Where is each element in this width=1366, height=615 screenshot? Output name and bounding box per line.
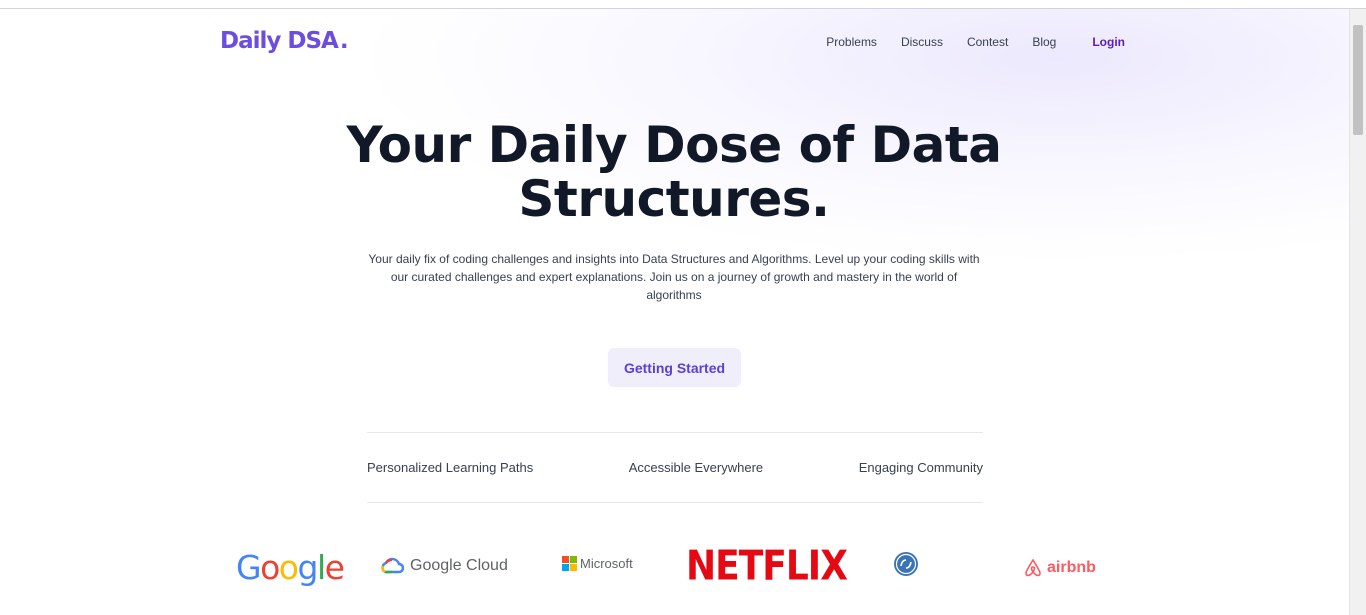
feature-strip: Personalized Learning Paths Accessible E… xyxy=(367,432,983,503)
airbnb-logo: airbnb xyxy=(1022,557,1096,579)
feature-personalized-learning: Personalized Learning Paths xyxy=(367,460,534,475)
nav-link-discuss[interactable]: Discuss xyxy=(901,35,943,49)
ge-logo xyxy=(893,551,919,577)
nav-links: Problems Discuss Contest Blog Login xyxy=(802,35,1125,49)
ge-logo-icon xyxy=(894,552,918,576)
top-navigation: Daily DSA. Problems Discuss Contest Blog… xyxy=(0,28,1349,58)
feature-accessible-everywhere: Accessible Everywhere xyxy=(628,460,764,475)
feature-engaging-community: Engaging Community xyxy=(858,460,983,475)
scrollbar-thumb[interactable] xyxy=(1353,25,1363,135)
nav-link-contest[interactable]: Contest xyxy=(967,35,1008,49)
google-cloud-logo: Google Cloud xyxy=(380,557,508,575)
getting-started-button[interactable]: Getting Started xyxy=(608,348,741,387)
microsoft-icon xyxy=(562,556,577,571)
airbnb-wordmark: airbnb xyxy=(1047,559,1096,576)
nav-link-problems[interactable]: Problems xyxy=(826,35,877,49)
google-cloud-icon xyxy=(381,557,404,574)
netflix-logo: NETFLIX xyxy=(686,542,848,591)
browser-top-border xyxy=(0,0,1366,9)
airbnb-icon xyxy=(1025,558,1041,577)
logo[interactable]: Daily DSA. xyxy=(220,28,349,54)
logo-dot: . xyxy=(339,28,349,54)
logo-text: Daily DSA xyxy=(220,28,339,54)
microsoft-logo: Microsoft xyxy=(562,556,633,571)
login-link[interactable]: Login xyxy=(1092,35,1125,49)
hero-title: Your Daily Dose of Data Structures. xyxy=(346,116,1002,228)
nav-link-blog[interactable]: Blog xyxy=(1032,35,1056,49)
microsoft-wordmark: Microsoft xyxy=(580,556,633,571)
hero-subtitle: Your daily fix of coding challenges and … xyxy=(368,252,980,302)
brand-logos-row: Google Google Cloud Microsoft NETFLIX ai… xyxy=(0,540,1349,600)
google-cloud-wordmark: Google Cloud xyxy=(410,557,508,574)
vertical-scrollbar[interactable] xyxy=(1349,9,1366,615)
google-wordmark: Google xyxy=(236,548,345,587)
google-logo: Google xyxy=(236,548,345,587)
netflix-wordmark: NETFLIX xyxy=(686,542,848,591)
